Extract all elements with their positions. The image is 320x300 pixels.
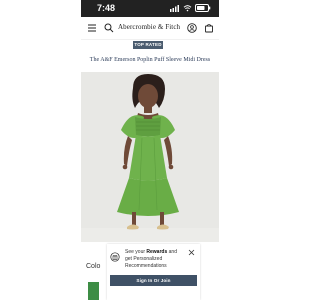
menu-icon[interactable] — [87, 23, 97, 33]
color-label: Colo — [86, 263, 101, 270]
status-icons — [170, 4, 211, 12]
status-bar: 7:48 — [81, 0, 219, 17]
bag-icon[interactable] — [204, 23, 214, 33]
wifi-icon — [183, 5, 192, 12]
top-rated-badge: TOP RATED — [133, 41, 163, 49]
battery-icon — [195, 4, 211, 12]
account-icon[interactable] — [187, 23, 197, 33]
product-photo[interactable] — [81, 72, 219, 242]
rewards-text-bold: Rewards — [146, 249, 168, 255]
rewards-message: See your Rewards and get Personalized Re… — [125, 249, 184, 270]
search-icon[interactable] — [104, 23, 114, 33]
status-time: 7:48 — [97, 3, 116, 13]
signal-icon — [170, 5, 179, 12]
rewards-popup: See your Rewards and get Personalized Re… — [107, 244, 200, 300]
brand-logo[interactable]: Abercrombie & Fitch — [118, 22, 183, 32]
color-swatch-green[interactable] — [88, 282, 99, 300]
close-icon[interactable] — [188, 249, 195, 256]
product-title: The A&F Emerson Poplin Puff Sleeve Midi … — [89, 57, 211, 63]
gift-icon — [110, 252, 120, 262]
mobile-product-page: 7:48 Abercrombie & Fitch TOP RATED The A… — [81, 0, 219, 300]
rewards-text-prefix: See your — [125, 249, 147, 255]
top-navigation: Abercrombie & Fitch — [81, 17, 219, 40]
sign-in-or-join-button[interactable]: Sign In Or Join — [110, 275, 197, 286]
